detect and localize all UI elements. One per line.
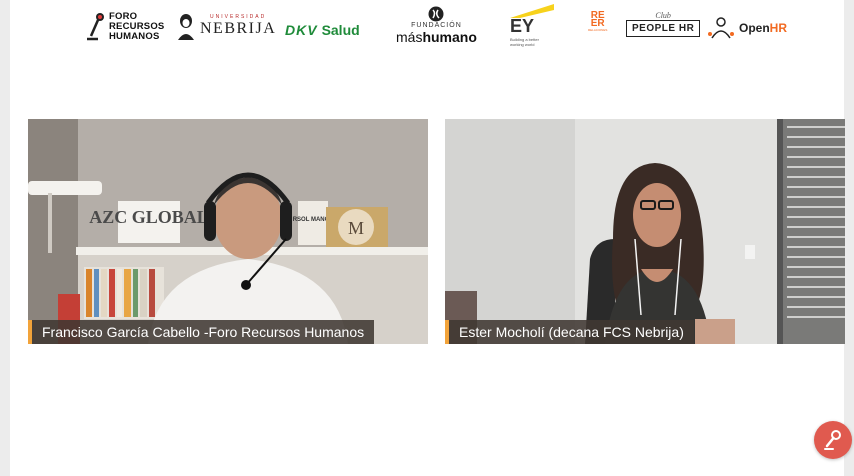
- dkv-salud-label: Salud: [321, 22, 360, 38]
- right-edge-strip: [844, 0, 854, 476]
- openhr-name-b: HR: [769, 21, 788, 35]
- microphone-icon: [824, 430, 841, 450]
- left-edge-strip: [0, 0, 10, 476]
- openhr-name-a: Open: [739, 21, 770, 35]
- participant-name-tag: Francisco García Cabello -Foro Recursos …: [28, 320, 375, 344]
- video-frame-ester: [445, 119, 845, 344]
- m-badge-text: M: [348, 218, 364, 238]
- logo-reer: RE ER RELACIONES: [588, 11, 608, 33]
- participant-name-tag: Ester Mocholí (decana FCS Nebrija): [445, 320, 694, 344]
- reer-tiny-label: RELACIONES: [588, 28, 608, 32]
- record-button[interactable]: [814, 421, 852, 459]
- openhr-people-icon: [708, 17, 734, 39]
- logo-nebrija: UNIVERSIDAD NEBRIJA: [176, 12, 276, 40]
- dkv-brand: DKV: [285, 22, 318, 38]
- foro-line-3: HUMANOS: [109, 31, 160, 42]
- video-frame-francisco: AZC GLOBAL RSOL MANOS M: [28, 119, 428, 344]
- logo-club-people-hr: Club PEOPLE HR: [626, 11, 701, 37]
- ey-tagline-2: working world: [510, 42, 535, 47]
- azc-sign-text: AZC GLOBAL: [89, 207, 209, 227]
- logo-openhr: OpenHR: [706, 16, 787, 40]
- logo-fundacion-mas-humano: FUNDACIÓN máshumano: [396, 6, 477, 45]
- microphone-stand-icon: [87, 13, 104, 41]
- logo-ey: EY Building a better working world: [510, 4, 554, 47]
- logo-dkv-salud: DKV Salud: [285, 22, 360, 38]
- logo-foro-recursos-humanos: FORO RECURSOS HUMANOS: [86, 12, 164, 42]
- sponsor-logos: FORO RECURSOS HUMANOS UNIVERSIDAD NEBRIJ…: [80, 4, 800, 54]
- fundacion-small-label: FUNDACIÓN: [411, 22, 462, 29]
- club-people-hr-name: PEOPLE HR: [626, 20, 701, 37]
- nebrija-portrait-icon: [178, 14, 194, 40]
- fundacion-emblem-icon: [428, 6, 444, 22]
- video-tile-francisco[interactable]: AZC GLOBAL RSOL MANOS M Francisco García…: [28, 119, 428, 344]
- reer-line-2: ER: [590, 18, 605, 29]
- club-label: Club: [655, 11, 671, 20]
- video-tile-ester[interactable]: Ester Mocholí (decana FCS Nebrija): [445, 119, 845, 344]
- fundacion-name-bold: humano: [422, 29, 477, 45]
- nebrija-name: NEBRIJA: [200, 20, 277, 37]
- ey-name: EY: [510, 16, 535, 36]
- fundacion-name-light: más: [396, 29, 423, 45]
